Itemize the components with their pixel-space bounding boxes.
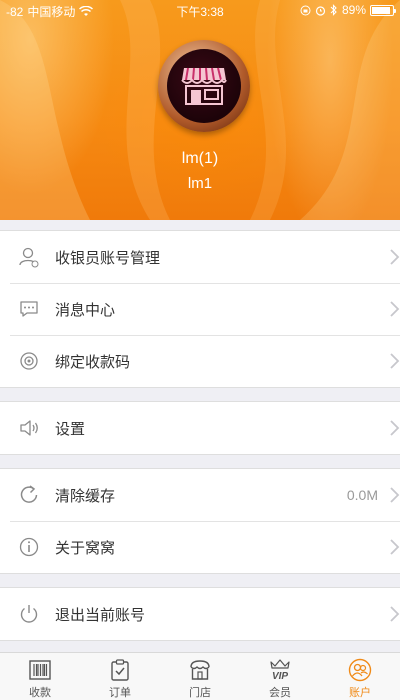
menu-item-label: 收银员账号管理 <box>55 249 161 267</box>
profile-name: lm(1) <box>181 150 219 167</box>
cache-size-value: 0.0M <box>346 487 378 503</box>
vip-crown-icon: VIP <box>270 659 290 682</box>
tab-orders[interactable]: 订单 <box>80 653 160 700</box>
chevron-right-icon <box>390 353 400 369</box>
menu-group-account: 收银员账号管理 消息中心 绑定收款码 <box>0 230 400 388</box>
tab-label: 账户 <box>349 687 371 699</box>
menu-item-label: 清除缓存 <box>55 487 116 505</box>
menu-item-label: 消息中心 <box>55 301 116 319</box>
tab-members[interactable]: VIP 会员 <box>240 653 320 700</box>
menu-item-cashier-accounts[interactable]: 收银员账号管理 <box>0 231 400 283</box>
alarm-icon <box>315 5 326 16</box>
profile-account: lm1 <box>187 175 213 192</box>
tab-store[interactable]: 门店 <box>160 653 240 700</box>
menu-item-label: 关于窝窝 <box>55 539 116 557</box>
tab-label: 门店 <box>189 687 211 699</box>
account-icon <box>348 658 372 682</box>
chevron-right-icon <box>390 249 400 265</box>
chevron-right-icon <box>390 301 400 317</box>
menu-group-settings: 设置 <box>0 401 400 455</box>
svg-text:VIP: VIP <box>272 671 288 682</box>
refresh-icon <box>20 485 38 503</box>
speaker-icon <box>20 420 38 436</box>
tab-label: 收款 <box>29 687 51 699</box>
chevron-right-icon <box>390 487 400 503</box>
status-bar: -82 中国移动 下午3:38 89% <box>0 0 400 20</box>
info-icon <box>19 537 39 557</box>
menu-item-clear-cache[interactable]: 清除缓存 0.0M <box>0 469 400 521</box>
message-icon <box>20 301 38 317</box>
battery-icon <box>370 4 396 16</box>
menu-item-bind-payment-code[interactable]: 绑定收款码 <box>0 335 400 387</box>
bluetooth-icon <box>330 4 337 16</box>
chevron-right-icon <box>390 606 400 622</box>
menu-item-label: 退出当前账号 <box>55 606 146 624</box>
clipboard-icon <box>111 659 129 681</box>
battery-percent: 89% <box>341 3 366 17</box>
qr-code-icon <box>20 352 38 370</box>
tab-label: 会员 <box>269 687 291 699</box>
status-time: 下午3:38 <box>176 5 224 19</box>
tab-collect-payment[interactable]: 收款 <box>0 653 80 700</box>
profile-header: -82 中国移动 下午3:38 89% lm(1) lm1 <box>0 0 400 220</box>
chevron-right-icon <box>390 539 400 555</box>
menu-group-logout: 退出当前账号 <box>0 587 400 641</box>
menu-item-logout[interactable]: 退出当前账号 <box>0 588 400 640</box>
menu-item-settings[interactable]: 设置 <box>0 402 400 454</box>
barcode-icon <box>29 660 51 680</box>
tab-bar: 收款 订单 门店 VIP 会员 账户 <box>0 652 400 700</box>
chevron-right-icon <box>390 420 400 436</box>
user-icon <box>19 247 39 268</box>
avatar[interactable] <box>158 40 250 132</box>
store-avatar-icon <box>181 67 227 105</box>
store-icon <box>190 660 210 680</box>
menu-item-about[interactable]: 关于窝窝 <box>0 521 400 573</box>
tab-account[interactable]: 账户 <box>320 653 400 700</box>
tab-label: 订单 <box>109 687 131 699</box>
power-icon <box>20 605 38 623</box>
menu-item-label: 绑定收款码 <box>55 353 131 371</box>
orientation-lock-icon <box>300 5 311 15</box>
menu-item-message-center[interactable]: 消息中心 <box>0 283 400 335</box>
menu-item-label: 设置 <box>55 420 86 438</box>
menu-group-app: 清除缓存 0.0M 关于窝窝 <box>0 468 400 574</box>
